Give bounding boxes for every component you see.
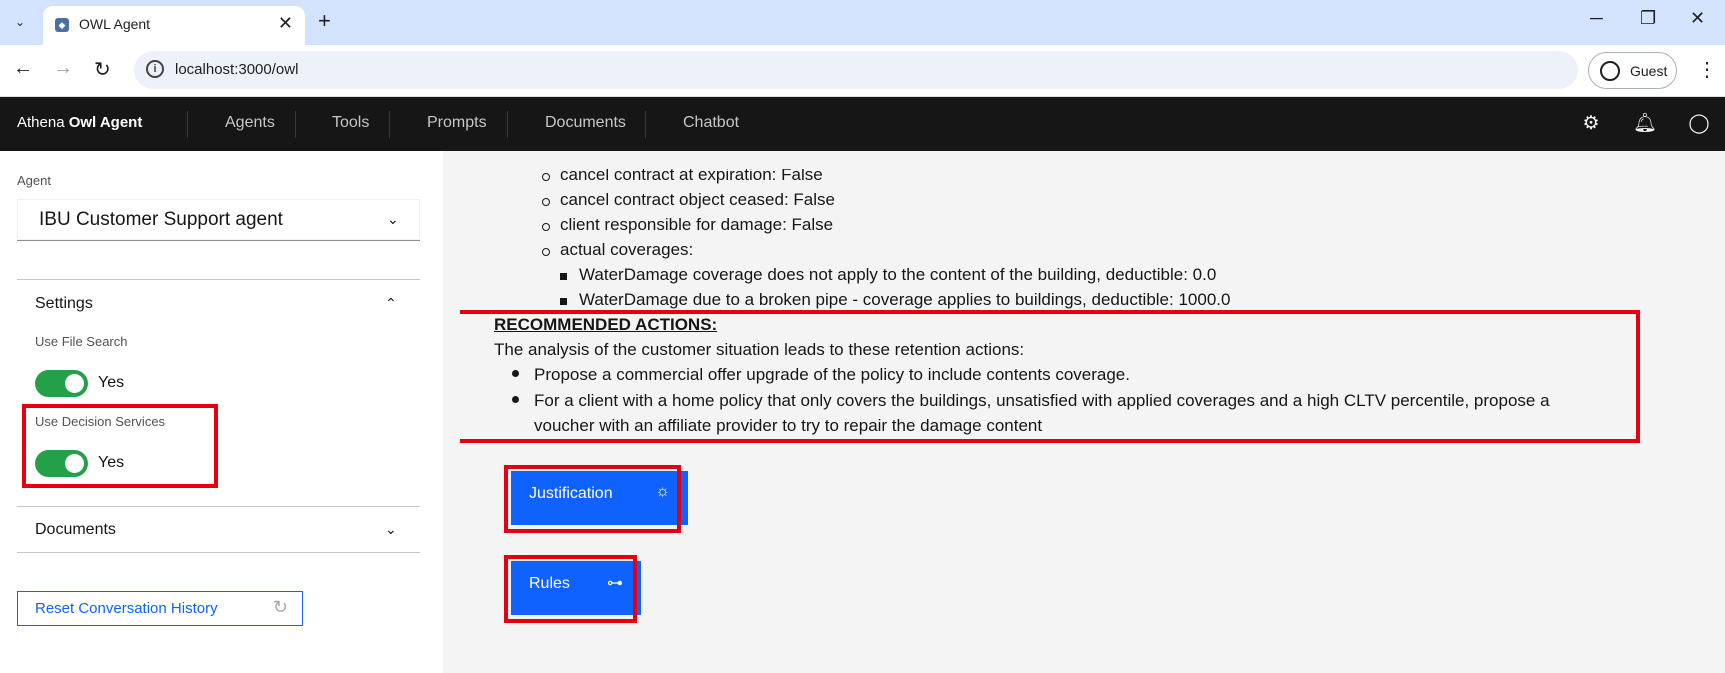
nav-divider (389, 111, 390, 138)
tab-search-button[interactable]: ⌄ (7, 9, 33, 35)
coverage-item: WaterDamage due to a broken pipe - cover… (579, 290, 1231, 309)
settings-title: Settings (35, 295, 93, 312)
divider (17, 552, 420, 553)
nav-prompts[interactable]: Prompts (427, 114, 487, 132)
browser-tabstrip: ⌄ ◆ OWL Agent ✕ + ─ ❐ ✕ (0, 0, 1725, 45)
brand-logo[interactable]: Athena Owl Agent (17, 114, 142, 131)
browser-toolbar: ← → ↻ i localhost:3000/owl Guest ⋮ (0, 45, 1725, 97)
bullet-circle (542, 248, 550, 256)
agent-dropdown[interactable]: IBU Customer Support agent ⌄ (17, 199, 420, 241)
nav-chatbot[interactable]: Chatbot (683, 114, 739, 132)
app-header: Athena Owl Agent Agents Tools Prompts Do… (0, 97, 1725, 151)
agent-selected-value: IBU Customer Support agent (39, 209, 283, 230)
nav-divider (645, 111, 646, 138)
reset-conversation-button[interactable]: Reset Conversation History ↻ (17, 591, 303, 626)
bullet-circle (542, 198, 550, 206)
nav-agents[interactable]: Agents (225, 114, 275, 132)
file-search-value: Yes (98, 374, 125, 391)
nav-divider (507, 111, 508, 138)
chat-bullet: client responsible for damage: False (560, 215, 834, 234)
profile-label: Guest (1630, 63, 1668, 79)
chat-bullet: actual coverages: (560, 240, 694, 259)
chevron-down-icon: ⌄ (385, 521, 397, 537)
bullet-square (560, 298, 567, 305)
reload-icon[interactable]: ↻ (94, 57, 111, 82)
profile-icon (1600, 61, 1620, 81)
url-text[interactable]: localhost:3000/owl (175, 61, 298, 78)
window-close-icon[interactable]: ✕ (1690, 8, 1705, 29)
reset-label: Reset Conversation History (35, 600, 218, 617)
new-tab-icon[interactable]: + (318, 8, 331, 34)
bullet-circle (542, 223, 550, 231)
nav-divider (295, 111, 296, 138)
chevron-down-icon: ⌄ (387, 211, 399, 227)
chevron-up-icon: ⌃ (385, 295, 397, 311)
bullet-circle (542, 173, 550, 181)
chat-panel[interactable]: cancel contract at expiration: False can… (460, 169, 1685, 673)
brand-name: Owl Agent (68, 114, 143, 131)
file-search-toggle[interactable] (35, 370, 88, 397)
tab-close-icon[interactable]: ✕ (278, 13, 293, 34)
nav-documents[interactable]: Documents (545, 114, 626, 132)
address-bar[interactable]: i localhost:3000/owl (134, 51, 1578, 89)
chat-bullet: cancel contract at expiration: False (560, 169, 823, 184)
forward-icon[interactable]: → (53, 57, 73, 80)
highlight-recommended-actions (460, 310, 1640, 443)
chat-bullet: cancel contract object ceased: False (560, 190, 835, 209)
toggle-knob (65, 374, 84, 393)
divider (17, 279, 420, 280)
back-icon[interactable]: ← (13, 57, 33, 80)
highlight-rules (504, 555, 637, 623)
agent-label: Agent (17, 173, 51, 188)
main-content: cancel contract at expiration: False can… (443, 151, 1725, 673)
settings-gear-icon[interactable]: ⚙ (1579, 112, 1603, 136)
nav-divider (187, 111, 188, 138)
file-search-label: Use File Search (35, 334, 128, 349)
owl-favicon-icon: ◆ (55, 18, 69, 32)
highlight-decision-services (22, 404, 218, 488)
notification-bell-icon[interactable]: 🔔︎ (1633, 112, 1657, 136)
nav-tools[interactable]: Tools (332, 114, 369, 132)
site-info-icon[interactable]: i (146, 60, 164, 78)
brand-prefix: Athena (17, 114, 65, 131)
minimize-icon[interactable]: ─ (1590, 8, 1603, 29)
browser-tab[interactable]: ◆ OWL Agent ✕ (43, 6, 305, 45)
bullet-square (560, 273, 567, 280)
profile-button[interactable]: Guest (1588, 52, 1677, 89)
divider (17, 506, 420, 507)
coverage-item: WaterDamage coverage does not apply to t… (579, 265, 1217, 284)
tab-title: OWL Agent (79, 16, 151, 32)
browser-menu-icon[interactable]: ⋮ (1697, 57, 1717, 82)
user-avatar-icon[interactable]: ◯ (1687, 112, 1711, 136)
refresh-icon: ↻ (272, 597, 288, 617)
highlight-justification (504, 465, 681, 533)
documents-title: Documents (35, 521, 116, 538)
restore-icon[interactable]: ❐ (1640, 8, 1656, 29)
sidebar: Agent IBU Customer Support agent ⌄ Setti… (0, 151, 443, 673)
